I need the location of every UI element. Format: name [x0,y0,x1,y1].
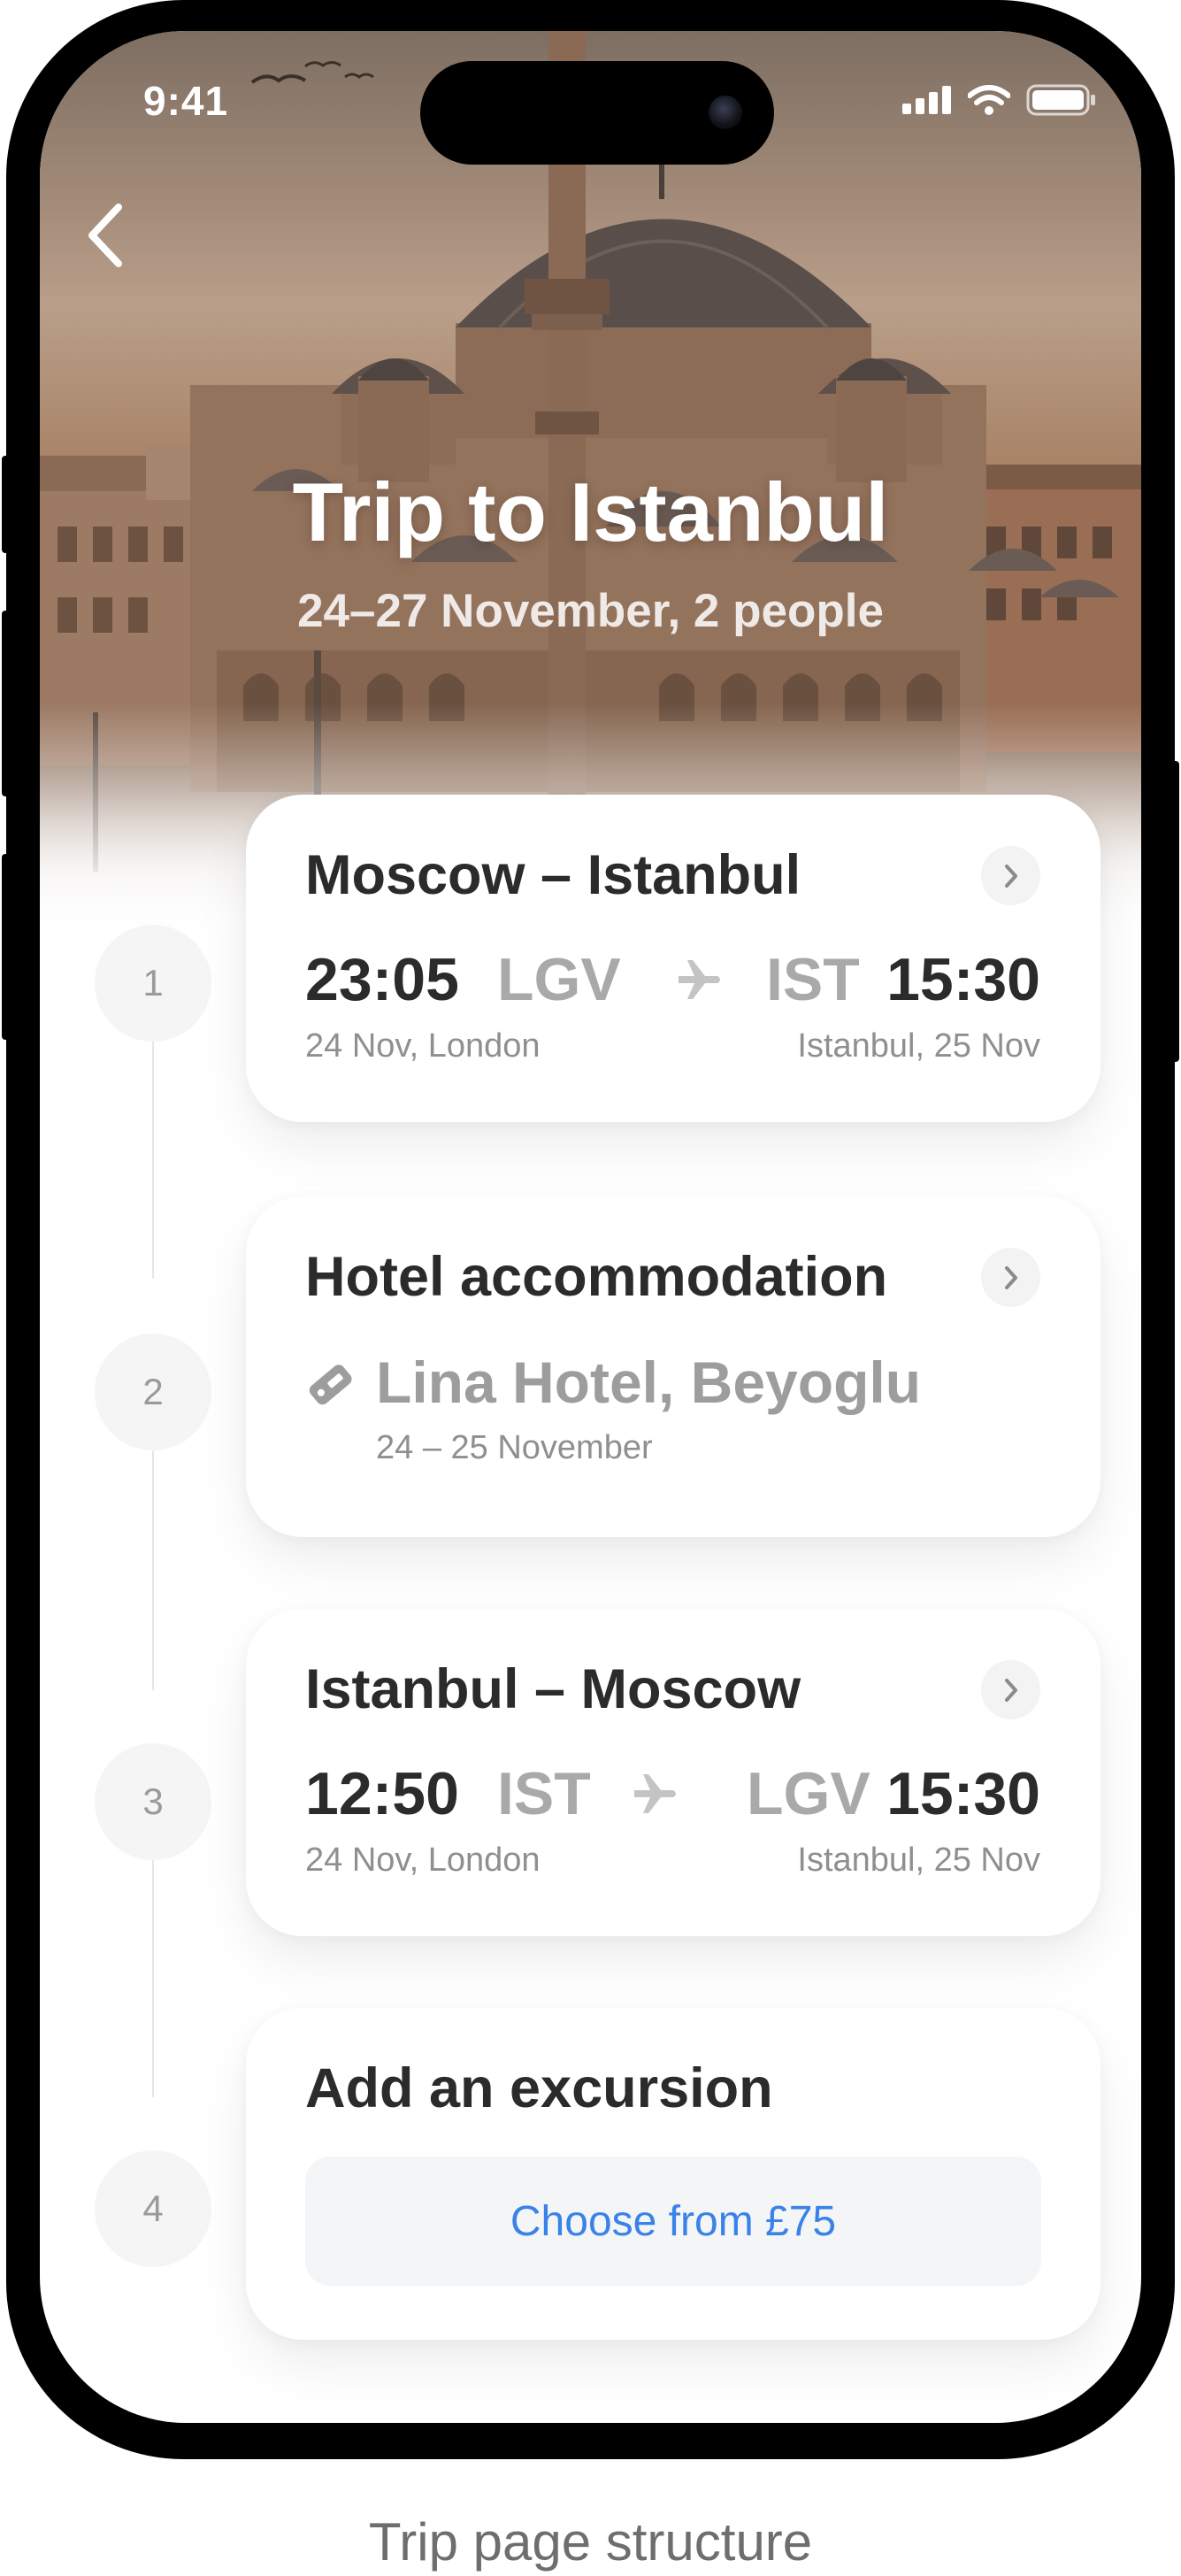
return-flight-card[interactable]: Istanbul – Moscow 12:50 IST LGV 15:30 24… [246,1609,1100,1936]
arrival-airport: LGV [747,1760,870,1827]
open-details-button[interactable] [981,1660,1040,1719]
figure-caption: Trip page structure [368,2512,813,2572]
timeline-connector [152,1040,154,1279]
card-title: Moscow – Istanbul [305,844,801,906]
page-subtitle: 24–27 November, 2 people [297,585,884,637]
phone-frame: 9:41 Trip to Istanbul 24–27 November, 2 … [6,0,1175,2459]
back-button[interactable] [73,196,135,275]
arrival-airport: IST [766,946,860,1013]
hotel-name: Lina Hotel, Beyoglu [376,1350,922,1415]
step-number: 3 [95,1743,211,1860]
departure-airport: LGV [497,946,621,1013]
airplane-icon [679,960,720,999]
app-screen: 9:41 Trip to Istanbul 24–27 November, 2 … [40,31,1141,2423]
departure-time: 12:50 [305,1760,459,1827]
step-number: 4 [95,2150,211,2267]
chevron-right-icon [1004,1678,1017,1702]
battery-icon [1026,84,1095,116]
cellular-signal-icon [902,86,951,114]
outbound-flight-card[interactable]: Moscow – Istanbul 23:05 LGV IST 15:30 24… [246,795,1100,1122]
status-time: 9:41 [143,78,229,124]
camera-icon [709,96,742,129]
hotel-dates: 24 – 25 November [376,1429,653,1466]
page-title: Trip to Istanbul [292,465,889,558]
hotel-card[interactable]: Hotel accommodation Lina Hotel, Beyoglu … [246,1196,1100,1537]
step-number: 2 [95,1334,211,1450]
chevron-right-icon [1004,1265,1017,1289]
card-title: Add an excursion [305,2057,773,2119]
airplane-icon [634,1774,676,1813]
chevron-right-icon [1004,864,1017,888]
wifi-icon [968,85,1010,115]
arrival-info: Istanbul, 25 Nov [797,1027,1040,1065]
step-number: 1 [95,925,211,1042]
tag-icon [309,1365,352,1405]
timeline-connector [152,1447,154,1690]
departure-info: 24 Nov, London [305,1842,541,1879]
arrival-info: Istanbul, 25 Nov [797,1842,1040,1879]
open-details-button[interactable] [981,1248,1040,1307]
chevron-left-icon [88,204,122,267]
dynamic-island [420,61,774,165]
arrival-time: 15:30 [886,1760,1040,1827]
departure-airport: IST [497,1760,591,1827]
choose-excursion-button[interactable]: Choose from £75 [305,2157,1041,2286]
arrival-time: 15:30 [886,946,1040,1013]
card-title: Hotel accommodation [305,1246,888,1308]
open-details-button[interactable] [981,846,1040,905]
departure-info: 24 Nov, London [305,1027,541,1065]
card-title: Istanbul – Moscow [305,1658,801,1720]
status-icons [902,84,1097,116]
excursion-card: Add an excursion Choose from £75 [246,2008,1100,2340]
timeline-connector [152,1858,154,2097]
departure-time: 23:05 [305,946,459,1013]
